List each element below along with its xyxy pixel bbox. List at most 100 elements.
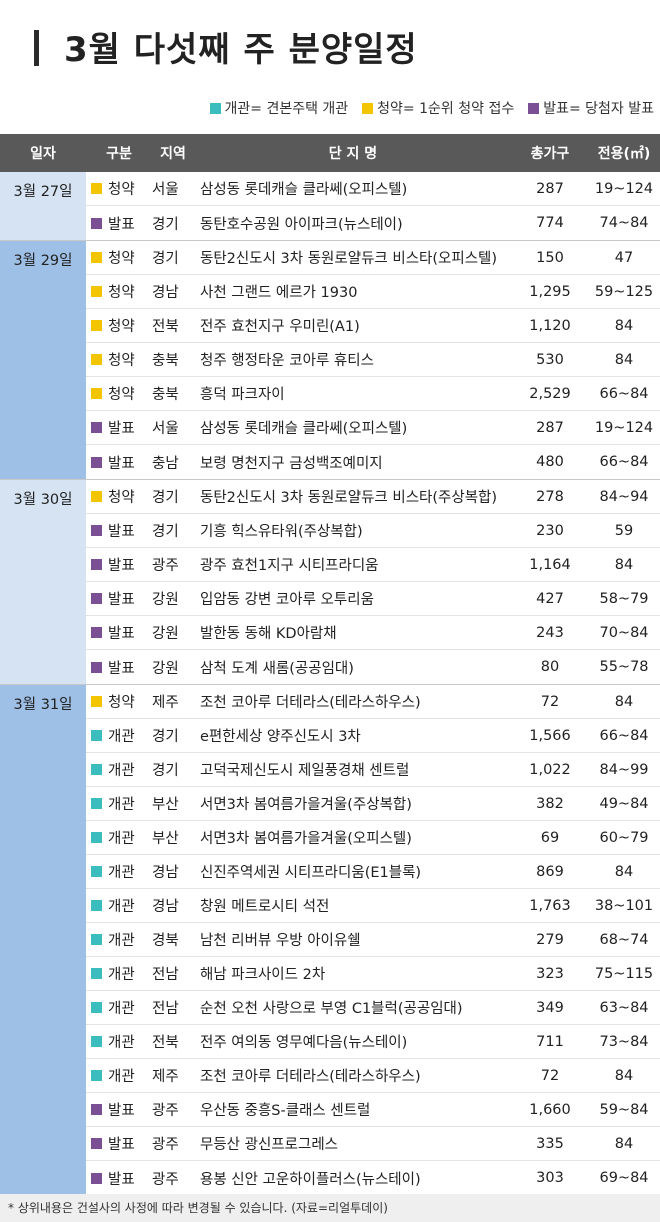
category-label: 발표 xyxy=(108,592,135,608)
table-row: 발표 강원 입암동 강변 코아루 오투리움 427 58~79 xyxy=(86,582,660,616)
table-row: 청약 전북 전주 효천지구 우미린(A1) 1,120 84 xyxy=(86,309,660,343)
category-color-swatch xyxy=(91,456,102,468)
category-label: 발표 xyxy=(108,524,135,540)
table-body: 3월 27일 청약 서울 삼성동 롯데캐슬 클라쎄(오피스텔) 287 19~124 발표 경… xyxy=(0,172,660,1196)
row-households: 480 xyxy=(536,454,564,470)
row-region: 전남 xyxy=(152,967,179,983)
table-row: 개관 경북 남천 리버뷰 우방 아이유쉘 279 68~74 xyxy=(86,923,660,957)
category-color-swatch xyxy=(91,661,102,673)
legend: 개관= 견본주택 개관 청약= 1순위 청약 접수 발표= 당첨자 발표 xyxy=(209,98,654,118)
row-complex-name: 서면3차 봄여름가을겨울(주상복합) xyxy=(200,797,412,813)
row-households: 382 xyxy=(536,795,564,812)
row-complex-name: 동탄2신도시 3차 동원로얄듀크 비스타(오피스텔) xyxy=(200,251,498,267)
row-complex-name: 삼성동 롯데캐슬 클라쎄(오피스텔) xyxy=(200,182,408,198)
row-complex-name: 광주 효천1지구 시티프라디움 xyxy=(200,558,379,574)
row-complex-name: 서면3차 봄여름가을겨울(오피스텔) xyxy=(200,831,412,847)
row-households: 1,022 xyxy=(529,761,571,778)
group-date: 3월 30일 xyxy=(0,480,86,684)
row-households: 150 xyxy=(536,249,564,266)
row-category: 청약 xyxy=(86,178,152,199)
category-color-swatch xyxy=(91,422,102,433)
date-group: 3월 30일 청약 경기 동탄2신도시 3차 동원로얄듀크 비스타(주상복합) 278 8… xyxy=(0,480,660,685)
header-name: 단 지 명 xyxy=(328,146,378,162)
category-color-swatch xyxy=(91,1070,102,1081)
row-region: 서울 xyxy=(152,421,179,437)
category-color-swatch xyxy=(91,627,102,638)
row-area: 59~125 xyxy=(594,283,654,300)
category-color-swatch xyxy=(91,320,102,331)
row-households: 287 xyxy=(536,419,564,436)
row-category: 개관 xyxy=(86,759,152,780)
table-row: 개관 전북 전주 여의동 영무예다음(뉴스테이) 711 73~84 xyxy=(86,1025,660,1059)
category-label: 청약 xyxy=(108,695,135,711)
row-households: 1,660 xyxy=(529,1101,571,1118)
row-households: 279 xyxy=(536,931,564,948)
date-group: 3월 27일 청약 서울 삼성동 롯데캐슬 클라쎄(오피스텔) 287 19~124 발표 경… xyxy=(0,172,660,241)
row-complex-name: 신진주역세권 시티프라디움(E1블록) xyxy=(200,865,422,881)
category-color-swatch xyxy=(91,525,102,536)
category-color-swatch xyxy=(91,730,102,741)
category-color-swatch xyxy=(91,866,102,877)
row-complex-name: 동탄호수공원 아이파크(뉴스테이) xyxy=(200,216,403,233)
row-category: 발표 xyxy=(86,588,152,609)
row-households: 349 xyxy=(536,999,564,1016)
row-region: 충북 xyxy=(152,387,179,403)
footnote: * 상위내용은 건설사의 사정에 따라 변경될 수 있습니다. (자료=리얼투데… xyxy=(0,1194,660,1222)
header-region: 지역 xyxy=(160,146,186,162)
category-color-swatch xyxy=(91,798,102,809)
category-label: 개관 xyxy=(108,797,135,813)
table-row: 개관 전남 해남 파크사이드 2차 323 75~115 xyxy=(86,957,660,991)
category-color-swatch xyxy=(91,1036,102,1047)
row-area: 60~79 xyxy=(599,829,649,846)
row-area: 73~84 xyxy=(599,1033,649,1050)
schedule-table: 일자 구분 지역 단 지 명 총가구 전용(㎡) 3월 27일 청약 서울 삼성동 롯… xyxy=(0,134,660,1196)
row-complex-name: 전주 여의동 영무예다음(뉴스테이) xyxy=(200,1035,408,1051)
row-category: 개관 xyxy=(86,1065,152,1086)
table-row: 발표 경기 동탄호수공원 아이파크(뉴스테이) 774 74~84 xyxy=(86,206,660,240)
row-region: 강원 xyxy=(152,660,179,677)
row-complex-name: 고덕국제신도시 제일풍경채 센트럴 xyxy=(200,763,410,779)
row-area: 66~84 xyxy=(599,727,649,744)
row-households: 72 xyxy=(540,1067,560,1084)
row-area: 19~124 xyxy=(594,419,654,436)
row-area: 70~84 xyxy=(599,624,649,641)
category-color-swatch xyxy=(91,968,102,979)
row-complex-name: 남천 리버뷰 우방 아이유쉘 xyxy=(200,933,361,949)
row-category: 발표 xyxy=(86,213,152,234)
table-row: 발표 광주 용봉 신안 고운하이플러스(뉴스테이) 303 69~84 xyxy=(86,1161,660,1195)
category-color-swatch xyxy=(91,764,102,775)
row-region: 강원 xyxy=(152,592,179,608)
row-category: 청약 xyxy=(86,486,152,507)
category-color-swatch xyxy=(91,832,102,843)
title-area: 3월 다섯째 주 분양일정 xyxy=(0,0,660,90)
category-label: 개관 xyxy=(108,1001,135,1017)
row-category: 청약 xyxy=(86,247,152,268)
row-area: 55~78 xyxy=(599,659,649,675)
row-complex-name: 순천 오천 사랑으로 부영 C1블럭(공공임대) xyxy=(200,1001,463,1017)
category-color-swatch xyxy=(91,696,102,707)
table-row: 발표 광주 광주 효천1지구 시티프라디움 1,164 84 xyxy=(86,548,660,582)
row-complex-name: 무등산 광신프로그레스 xyxy=(200,1137,339,1153)
row-region: 제주 xyxy=(152,1069,179,1085)
row-households: 287 xyxy=(536,180,564,197)
row-area: 68~74 xyxy=(599,931,649,948)
row-households: 278 xyxy=(536,488,564,505)
row-complex-name: 청주 행정타운 코아루 휴티스 xyxy=(200,353,374,369)
table-row: 개관 전남 순천 오천 사랑으로 부영 C1블럭(공공임대) 349 63~84 xyxy=(86,991,660,1025)
page-title: 3월 다섯째 주 분양일정 xyxy=(64,30,418,70)
row-area: 63~84 xyxy=(599,999,649,1016)
category-label: 발표 xyxy=(108,216,135,233)
row-region: 경남 xyxy=(152,285,179,301)
category-color-swatch xyxy=(91,559,102,570)
row-category: 발표 xyxy=(86,622,152,643)
row-region: 경기 xyxy=(152,729,179,745)
legend-color-swatch xyxy=(362,102,374,114)
legend-label: 청약= 1순위 청약 접수 xyxy=(377,101,515,117)
row-area: 84 xyxy=(614,1135,634,1152)
row-region: 충남 xyxy=(152,455,179,472)
category-label: 개관 xyxy=(108,933,135,949)
row-area: 59~84 xyxy=(599,1101,649,1118)
row-region: 경남 xyxy=(152,899,179,915)
row-region: 경남 xyxy=(152,865,179,881)
row-region: 충북 xyxy=(152,353,179,369)
